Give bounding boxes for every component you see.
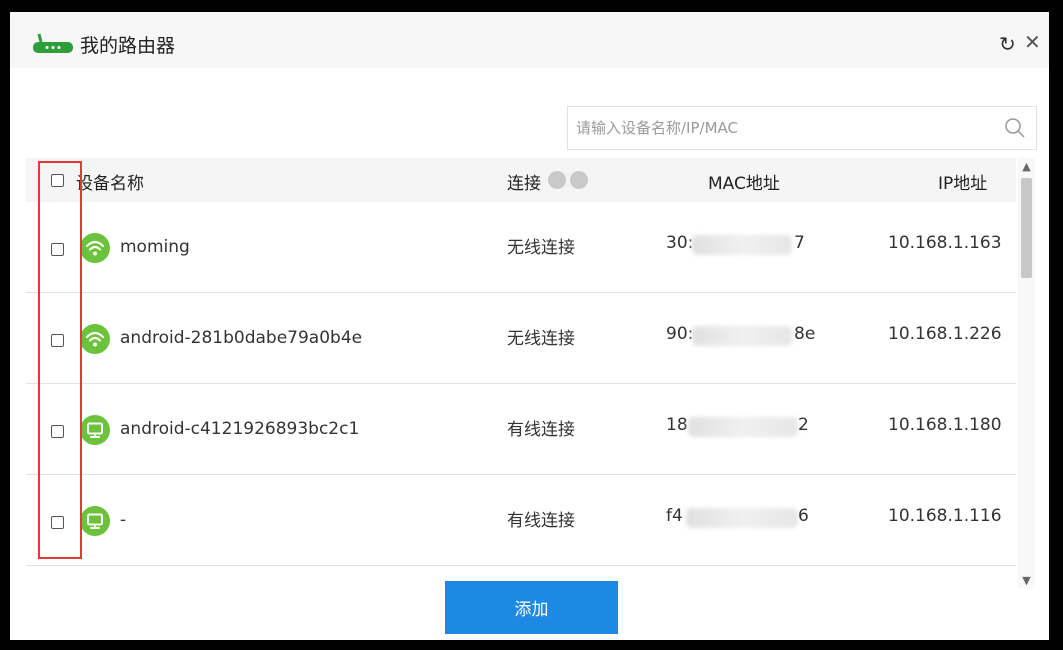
scroll-down-arrow-icon[interactable]: ▼: [1018, 574, 1035, 587]
window-title: 我的路由器: [80, 35, 176, 57]
ip-address: 10.168.1.163: [888, 233, 1002, 253]
mac-suffix: 6: [798, 506, 809, 526]
mac-suffix: 7: [794, 233, 805, 253]
search-input[interactable]: [568, 107, 996, 149]
scroll-thumb[interactable]: [1021, 178, 1032, 278]
checkbox-column-highlight: [38, 161, 82, 559]
device-name: -: [120, 510, 127, 530]
device-name: android-c4121926893bc2c1: [120, 419, 360, 439]
table-row[interactable]: moming 无线连接 30: 7 10.168.1.163: [26, 202, 1016, 293]
mac-suffix: 8e: [794, 324, 816, 344]
column-header-mac: MAC地址: [708, 174, 780, 194]
wifi-icon: [80, 324, 110, 354]
close-icon[interactable]: ✕: [1024, 32, 1041, 52]
scroll-up-arrow-icon[interactable]: ▲: [1018, 160, 1035, 173]
mac-prefix: 90:: [666, 324, 694, 344]
search-box: [567, 106, 1037, 150]
mac-prefix: f4: [666, 506, 683, 526]
connection-type: 无线连接: [507, 238, 575, 258]
mac-redaction: [692, 326, 792, 346]
wifi-icon: [80, 233, 110, 263]
ip-address: 10.168.1.180: [888, 415, 1002, 435]
device-name: android-281b0dabe79a0b4e: [120, 328, 363, 348]
router-window: 我的路由器 ↻ ✕ 设备名称 连接 MAC地址 IP地址: [10, 12, 1049, 640]
mac-redaction: [688, 417, 798, 437]
mac-prefix: 30:: [666, 233, 694, 253]
monitor-icon: [80, 506, 110, 536]
mac-prefix: 18: [666, 415, 688, 435]
search-icon[interactable]: [1004, 117, 1026, 139]
table-scrollbar[interactable]: ▲ ▼: [1018, 158, 1035, 588]
add-button[interactable]: 添加: [445, 581, 618, 634]
column-header-name: 设备名称: [76, 174, 144, 194]
table-row[interactable]: android-c4121926893bc2c1 有线连接 18 2 10.16…: [26, 384, 1016, 475]
column-header-connection: 连接: [507, 174, 541, 194]
connection-type: 无线连接: [507, 329, 575, 349]
table-header: 设备名称 连接 MAC地址 IP地址: [26, 158, 1016, 202]
monitor-icon: [80, 415, 110, 445]
device-table: 设备名称 连接 MAC地址 IP地址 moming 无线连接 30: 7 10.…: [26, 158, 1016, 568]
connection-type: 有线连接: [507, 420, 575, 440]
router-icon: [33, 33, 73, 53]
mac-redaction: [686, 508, 798, 528]
wireless-filter-icon[interactable]: [548, 171, 566, 189]
mac-redaction: [692, 235, 792, 255]
refresh-icon[interactable]: ↻: [999, 34, 1016, 54]
table-row[interactable]: - 有线连接 f4 6 10.168.1.116: [26, 475, 1016, 566]
wired-filter-icon[interactable]: [570, 171, 588, 189]
connection-type: 有线连接: [507, 511, 575, 531]
ip-address: 10.168.1.226: [888, 324, 1002, 344]
table-row[interactable]: android-281b0dabe79a0b4e 无线连接 90: 8e 10.…: [26, 293, 1016, 384]
ip-address: 10.168.1.116: [888, 506, 1002, 526]
titlebar: 我的路由器 ↻ ✕: [10, 12, 1049, 68]
mac-suffix: 2: [798, 415, 809, 435]
column-header-ip: IP地址: [938, 174, 988, 194]
device-name: moming: [120, 237, 190, 257]
